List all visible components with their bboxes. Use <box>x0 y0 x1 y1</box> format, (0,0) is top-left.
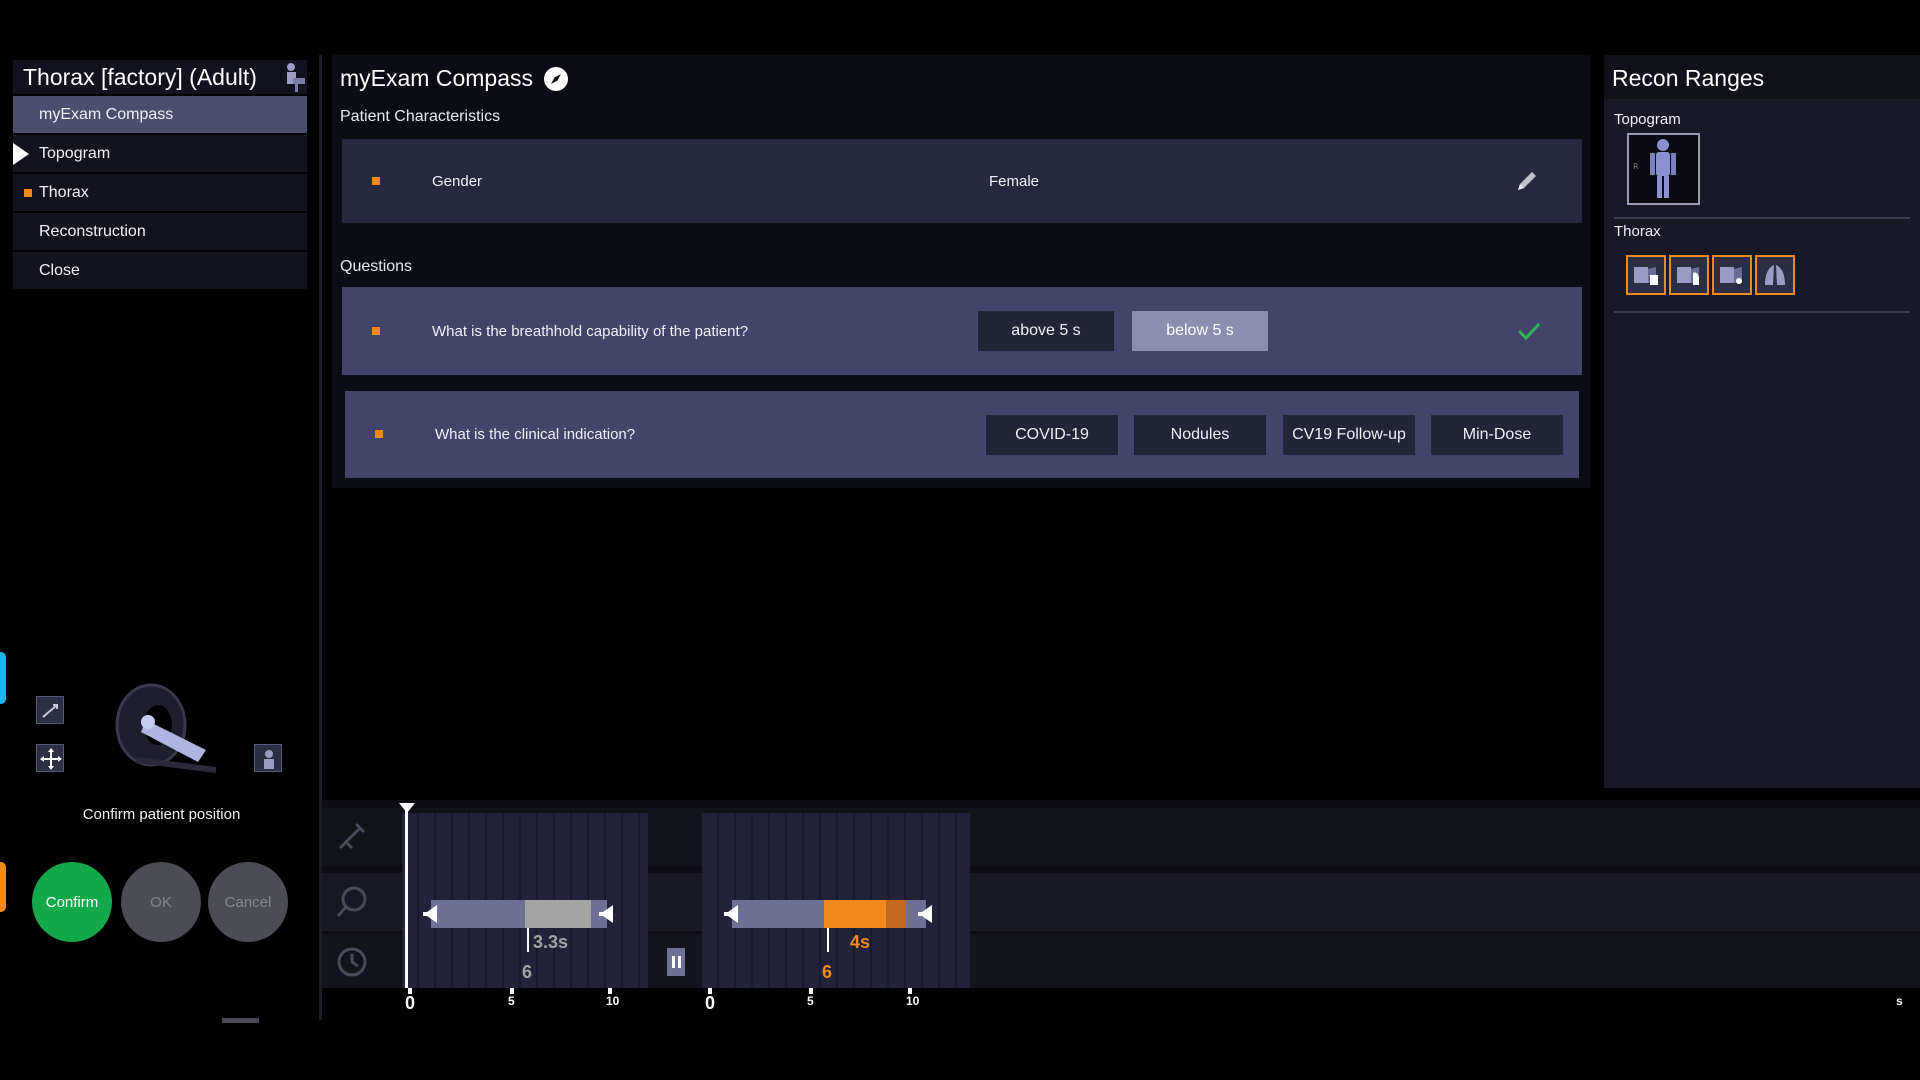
scan-bar-thorax[interactable] <box>720 900 938 928</box>
confirm-button[interactable]: Confirm <box>32 862 112 942</box>
scan-bar-fill <box>525 900 591 928</box>
page-title: myExam Compass <box>340 65 569 92</box>
edit-pencil-icon[interactable] <box>1512 166 1542 196</box>
page-title-text: myExam Compass <box>340 65 533 91</box>
axis-label: 0 <box>405 993 416 1013</box>
thorax-recon-thumbnail-2[interactable] <box>1669 255 1709 295</box>
option-min-dose-button[interactable]: Min-Dose <box>1431 414 1563 455</box>
section-divider <box>1614 311 1910 313</box>
required-marker-icon <box>372 177 380 185</box>
questions-heading: Questions <box>340 258 413 275</box>
axis-unit-label: s <box>1896 994 1903 1008</box>
time-axis: 0 5 10 0 5 10 s <box>322 988 1920 1020</box>
exam-title-bar: Thorax [factory] (Adult) <box>13 60 307 94</box>
breath-out-speaker-icon <box>918 905 932 923</box>
recon-ranges-panel: Recon Ranges Topogram R Thorax <box>1604 55 1920 788</box>
required-marker-icon <box>372 327 380 335</box>
axis-label: 10 <box>906 994 920 1008</box>
workflow-item-label: Thorax <box>39 183 89 201</box>
patient-characteristics-heading: Patient Characteristics <box>340 108 501 125</box>
workflow-item-label: myExam Compass <box>39 105 174 123</box>
workflow-item-label: Reconstruction <box>39 222 146 240</box>
patient-view-icon[interactable] <box>254 744 282 772</box>
position-cross-icon[interactable] <box>36 744 64 772</box>
topogram-thumbnail[interactable]: R <box>1627 133 1700 205</box>
ok-button[interactable]: OK <box>121 862 201 942</box>
topogram-section-label: Topogram <box>1614 111 1681 128</box>
workflow-list: myExam Compass Topogram Thorax Reconstru… <box>13 96 307 289</box>
workflow-item-reconstruction[interactable]: Reconstruction <box>13 213 307 250</box>
exam-title: Thorax [factory] (Adult) <box>23 63 257 90</box>
workflow-item-close[interactable]: Close <box>13 252 307 289</box>
side-indicator-orange <box>0 862 6 912</box>
recon-ranges-body: Topogram R Thorax <box>1604 99 1920 788</box>
thorax-recon-thumbnail-1[interactable] <box>1626 255 1666 295</box>
thorax-recon-thumbnail-3[interactable] <box>1712 255 1752 295</box>
contrast-injector-icon <box>338 822 366 850</box>
gender-label: Gender <box>432 172 483 190</box>
workflow-item-topogram[interactable]: Topogram <box>13 135 307 172</box>
workflow-item-thorax[interactable]: Thorax <box>13 174 307 211</box>
scan-bar-fill-tail <box>886 900 906 928</box>
side-indicator-blue <box>0 652 6 704</box>
option-cv19-followup-button[interactable]: CV19 Follow-up <box>1283 414 1415 455</box>
option-nodules-button[interactable]: Nodules <box>1134 414 1266 455</box>
option-covid19-button[interactable]: COVID-19 <box>986 414 1118 455</box>
thorax-section-label: Thorax <box>1614 223 1661 240</box>
option-above-5s-button[interactable]: above 5 s <box>978 311 1114 351</box>
axis-label: 0 <box>705 993 716 1013</box>
workflow-item-label: Close <box>39 261 80 279</box>
gender-value: Female <box>989 172 1040 190</box>
handle-bar[interactable] <box>222 1018 259 1023</box>
cancel-button[interactable]: Cancel <box>208 862 288 942</box>
breath-out-speaker-icon <box>599 905 613 923</box>
workflow-panel: Thorax [factory] (Adult) myExam Compass … <box>13 60 307 291</box>
scan-timeline: 3.3s 6 4s 6 0 5 10 0 5 10 s <box>322 800 1920 1020</box>
confirm-position-label: Confirm patient position <box>82 806 241 823</box>
scan1-duration: 3.3s <box>533 932 569 952</box>
breathhold-question-row: What is the breathhold capability of the… <box>342 287 1582 375</box>
question-text: What is the clinical indication? <box>435 426 636 443</box>
axis-label: 10 <box>606 994 620 1008</box>
pending-marker-icon <box>24 189 32 197</box>
recon-ranges-title: Recon Ranges <box>1612 65 1765 91</box>
table-move-icon[interactable] <box>36 696 64 724</box>
breath-in-speaker-icon <box>724 905 738 923</box>
clinical-indication-row: What is the clinical indication? COVID-1… <box>345 391 1579 478</box>
pause-button[interactable] <box>667 948 685 976</box>
scan-start-marker <box>827 928 829 952</box>
axis-label: 5 <box>508 994 515 1008</box>
scan-bar-topogram[interactable] <box>419 900 619 928</box>
timer-icon <box>337 947 367 977</box>
section-divider <box>1614 217 1910 219</box>
exam-compass-panel: myExam Compass Patient Characteristics G… <box>332 55 1590 488</box>
svg-text:R: R <box>1633 162 1639 171</box>
workflow-item-myexam-compass[interactable]: myExam Compass <box>13 96 307 133</box>
question-text: What is the breathhold capability of the… <box>432 322 749 340</box>
scan-bar-fill <box>824 900 886 928</box>
workflow-item-label: Topogram <box>39 144 111 162</box>
scan2-duration: 4s <box>850 932 871 952</box>
gantry-patient-icon <box>115 683 217 773</box>
gender-row: Gender Female <box>342 139 1582 223</box>
current-step-arrow-icon <box>13 143 29 165</box>
required-marker-icon <box>375 430 383 438</box>
voice-command-icon <box>336 886 367 917</box>
scan1-count: 6 <box>522 962 533 982</box>
thorax-recon-thumbnail-4[interactable] <box>1755 255 1795 295</box>
axis-label: 5 <box>807 994 814 1008</box>
scan2-count: 6 <box>822 962 833 982</box>
patient-table-icon <box>287 63 305 92</box>
breath-in-speaker-icon <box>423 905 437 923</box>
answered-check-icon <box>1517 322 1541 341</box>
playhead[interactable] <box>405 810 408 990</box>
compass-icon <box>543 66 568 91</box>
scan-start-marker <box>527 928 529 952</box>
option-below-5s-button[interactable]: below 5 s <box>1132 311 1268 351</box>
